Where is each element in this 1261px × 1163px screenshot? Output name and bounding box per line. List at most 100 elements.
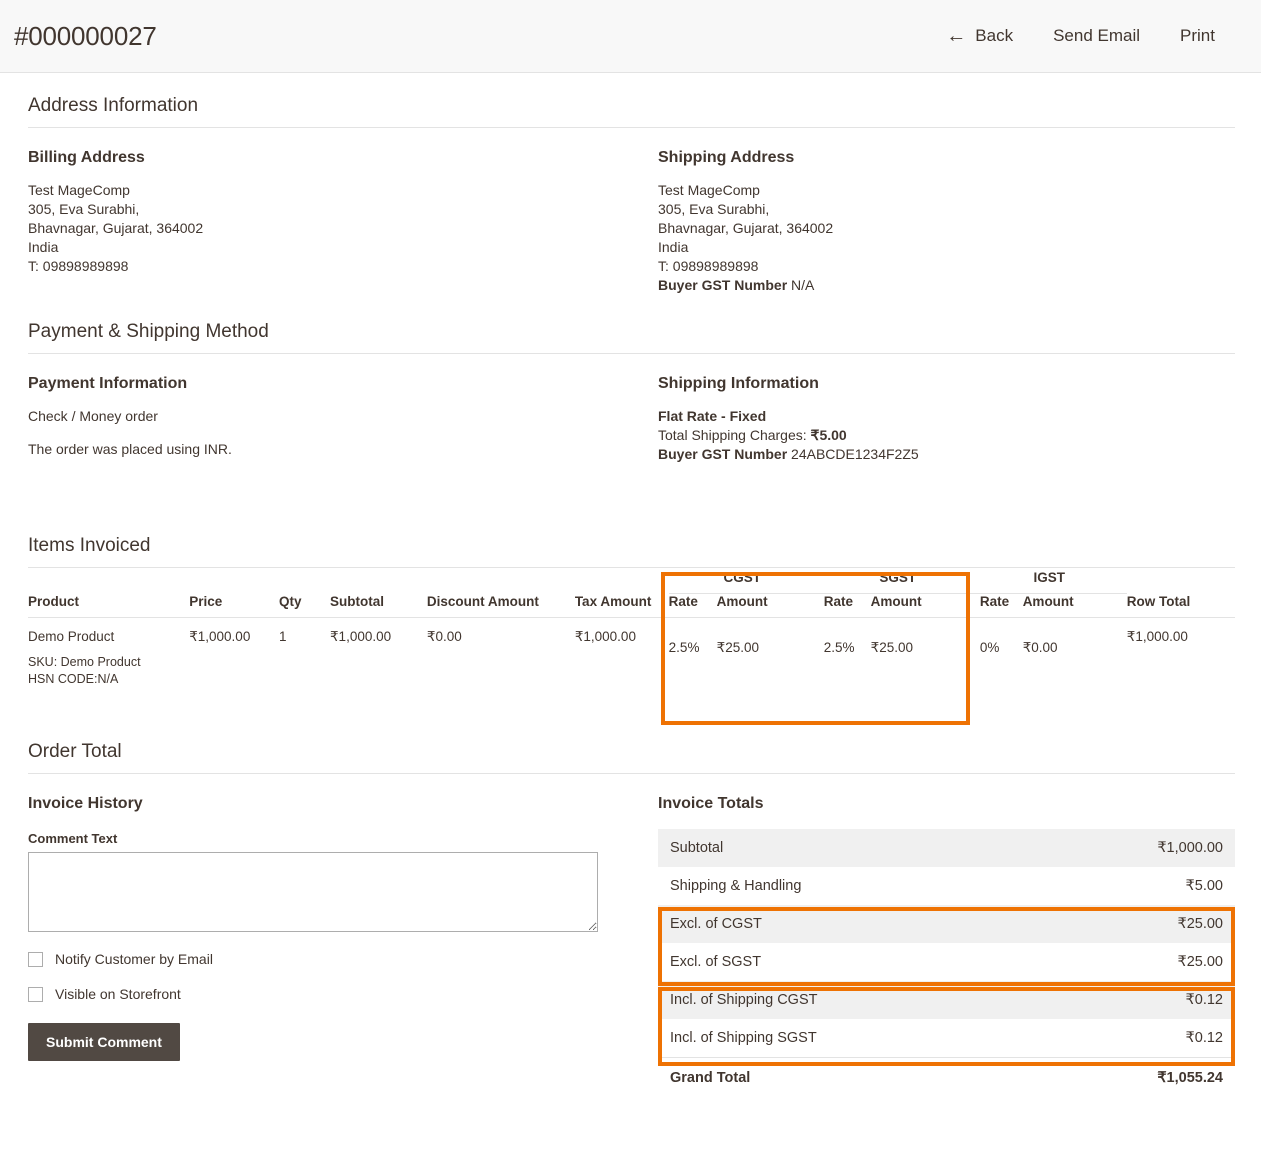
column-header-subtotal: Subtotal xyxy=(329,594,384,609)
arrow-left-icon: ← xyxy=(946,25,967,47)
send-email-button-label: Send Email xyxy=(1053,26,1141,45)
cell-sgst-amount: ₹25.00 xyxy=(870,617,980,699)
header-actions: ← Back Send Email Print xyxy=(926,18,1235,54)
invoice-history-block: Invoice History Comment Text Notify Cust… xyxy=(28,774,658,1097)
column-header-tax-amount: Tax Amount xyxy=(574,594,652,609)
billing-address-heading: Billing Address xyxy=(28,149,145,166)
empty-cell xyxy=(575,570,669,594)
shipping-information-heading: Shipping Information xyxy=(658,375,819,392)
totals-label-subtotal: Subtotal xyxy=(658,829,1037,867)
igst-group-header: IGST xyxy=(979,570,1127,594)
totals-label-excl-sgst: Excl. of SGST xyxy=(670,954,762,970)
totals-label-grand-total: Grand Total xyxy=(658,1057,1037,1097)
comment-text-input[interactable] xyxy=(28,852,598,932)
back-button[interactable]: ← Back xyxy=(926,18,1033,54)
visible-on-storefront-checkbox[interactable] xyxy=(28,986,43,1002)
shipping-buyer-gst-label: Buyer GST Number xyxy=(658,277,788,293)
shipping-address-line: Bhavnagar, Gujarat, 364002 xyxy=(658,220,834,236)
empty-cell xyxy=(189,570,279,594)
column-header-cgst-rate: Rate xyxy=(668,593,717,618)
column-header-igst-rate: Rate xyxy=(979,593,1023,618)
shipping-address-block: Shipping Address Test MageComp 305, Eva … xyxy=(658,128,1235,295)
shipping-information-block: Shipping Information Flat Rate - Fixed T… xyxy=(658,354,1235,473)
column-header-product: Product xyxy=(28,594,80,609)
print-button-label: Print xyxy=(1180,26,1215,45)
address-information-columns: Billing Address Test MageComp 305, Eva S… xyxy=(28,128,1235,295)
shipping-info-gst-label: Buyer GST Number xyxy=(658,446,788,462)
totals-row-grand-total: Grand Total ₹1,055.24 xyxy=(658,1057,1235,1097)
visible-on-storefront-label[interactable]: Visible on Storefront xyxy=(55,986,181,1002)
page-header: #000000027 ← Back Send Email Print xyxy=(0,0,1261,73)
billing-address-phone: T: 09898989898 xyxy=(28,258,129,274)
invoice-totals-table: Subtotal ₹1,000.00 Shipping & Handling ₹… xyxy=(658,829,1235,1097)
product-hsn-code: HSN CODE:N/A xyxy=(28,672,119,686)
totals-value-grand-total: ₹1,055.24 xyxy=(1036,1057,1235,1097)
invoice-history-heading: Invoice History xyxy=(28,795,143,812)
invoice-totals-heading: Invoice Totals xyxy=(658,795,764,812)
empty-cell xyxy=(427,570,575,594)
cell-igst-rate: 0% xyxy=(979,617,1023,699)
shipping-address-line: India xyxy=(658,239,689,255)
column-header-cgst-amount: Amount xyxy=(716,593,824,618)
totals-value-excl-sgst: ₹25.00 xyxy=(1177,954,1223,970)
shipping-buyer-gst-value: N/A xyxy=(791,277,815,293)
cell-row-total: ₹1,000.00 xyxy=(1126,617,1235,699)
shipping-charges-label: Total Shipping Charges: xyxy=(658,427,807,443)
items-invoiced-title: Items Invoiced xyxy=(28,473,1235,568)
totals-row-subtotal: Subtotal ₹1,000.00 xyxy=(658,829,1235,867)
cgst-group-header: CGST xyxy=(668,570,824,594)
payment-information-heading: Payment Information xyxy=(28,375,188,392)
totals-row-incl-shipping-cgst: Incl. of Shipping CGST ₹0.12 xyxy=(658,981,1235,1019)
cell-sgst-rate: 2.5% xyxy=(823,617,871,699)
print-button[interactable]: Print xyxy=(1160,18,1235,54)
cell-cgst-amount: ₹25.00 xyxy=(716,617,824,699)
payment-shipping-columns: Payment Information Check / Money order … xyxy=(28,354,1235,473)
billing-address-line: Bhavnagar, Gujarat, 364002 xyxy=(28,220,204,236)
column-header-qty: Qty xyxy=(278,594,302,609)
back-button-label: Back xyxy=(975,26,1014,45)
page-content: Address Information Billing Address Test… xyxy=(0,73,1261,1097)
column-header-sgst-rate: Rate xyxy=(823,593,871,618)
billing-address-block: Billing Address Test MageComp 305, Eva S… xyxy=(28,128,658,295)
cell-subtotal: ₹1,000.00 xyxy=(329,617,427,699)
cell-qty: 1 xyxy=(278,617,330,699)
shipping-address-heading: Shipping Address xyxy=(658,149,795,166)
totals-value-excl-cgst: ₹25.00 xyxy=(1036,905,1235,943)
cell-tax-amount: ₹1,000.00 xyxy=(574,617,669,699)
cell-price: ₹1,000.00 xyxy=(189,617,279,699)
cell-cgst-rate: 2.5% xyxy=(668,617,717,699)
sgst-group-header: SGST xyxy=(823,570,980,594)
notify-customer-checkbox[interactable] xyxy=(28,951,43,967)
visible-on-storefront-row: Visible on Storefront xyxy=(28,986,638,1002)
address-information-title: Address Information xyxy=(28,73,1235,128)
empty-cell xyxy=(1127,570,1235,594)
submit-comment-button[interactable]: Submit Comment xyxy=(28,1023,180,1061)
column-header-sgst-amount: Amount xyxy=(870,593,980,618)
billing-address-line: Test MageComp xyxy=(28,182,130,198)
items-invoiced-table-wrap: CGST SGST IGST Product Price Qty Subtota… xyxy=(28,570,1235,725)
payment-shipping-method-title: Payment & Shipping Method xyxy=(28,295,1235,354)
payment-method: Check / Money order xyxy=(28,408,158,424)
product-sku: SKU: Demo Product xyxy=(28,655,141,669)
comment-text-label: Comment Text xyxy=(28,831,118,846)
items-invoiced-table: CGST SGST IGST Product Price Qty Subtota… xyxy=(28,570,1235,699)
cell-discount-amount: ₹0.00 xyxy=(426,617,575,699)
totals-row-incl-shipping-sgst: Incl. of Shipping SGST ₹0.12 xyxy=(658,1019,1235,1058)
column-header-row-total: Row Total xyxy=(1126,594,1191,609)
cell-product: Demo Product SKU: Demo Product HSN CODE:… xyxy=(28,617,190,699)
notify-customer-row: Notify Customer by Email xyxy=(28,951,638,967)
totals-label-incl-shipping-sgst: Incl. of Shipping SGST xyxy=(670,1030,817,1046)
send-email-button[interactable]: Send Email xyxy=(1033,18,1160,54)
totals-value-shipping-handling: ₹5.00 xyxy=(1185,878,1223,894)
empty-cell xyxy=(330,570,427,594)
invoice-totals-table-wrap: Subtotal ₹1,000.00 Shipping & Handling ₹… xyxy=(658,829,1235,1097)
shipping-info-gst-value: 24ABCDE1234F2Z5 xyxy=(791,446,919,462)
empty-cell xyxy=(279,570,330,594)
shipping-address-phone: T: 09898989898 xyxy=(658,258,759,274)
items-group-header-row: CGST SGST IGST xyxy=(28,570,1235,594)
totals-value-incl-shipping-sgst: ₹0.12 xyxy=(1185,1030,1223,1046)
order-total-title: Order Total xyxy=(28,699,1235,774)
empty-cell xyxy=(28,570,189,594)
shipping-address-line: 305, Eva Surabhi, xyxy=(658,201,770,217)
notify-customer-label[interactable]: Notify Customer by Email xyxy=(55,951,213,967)
